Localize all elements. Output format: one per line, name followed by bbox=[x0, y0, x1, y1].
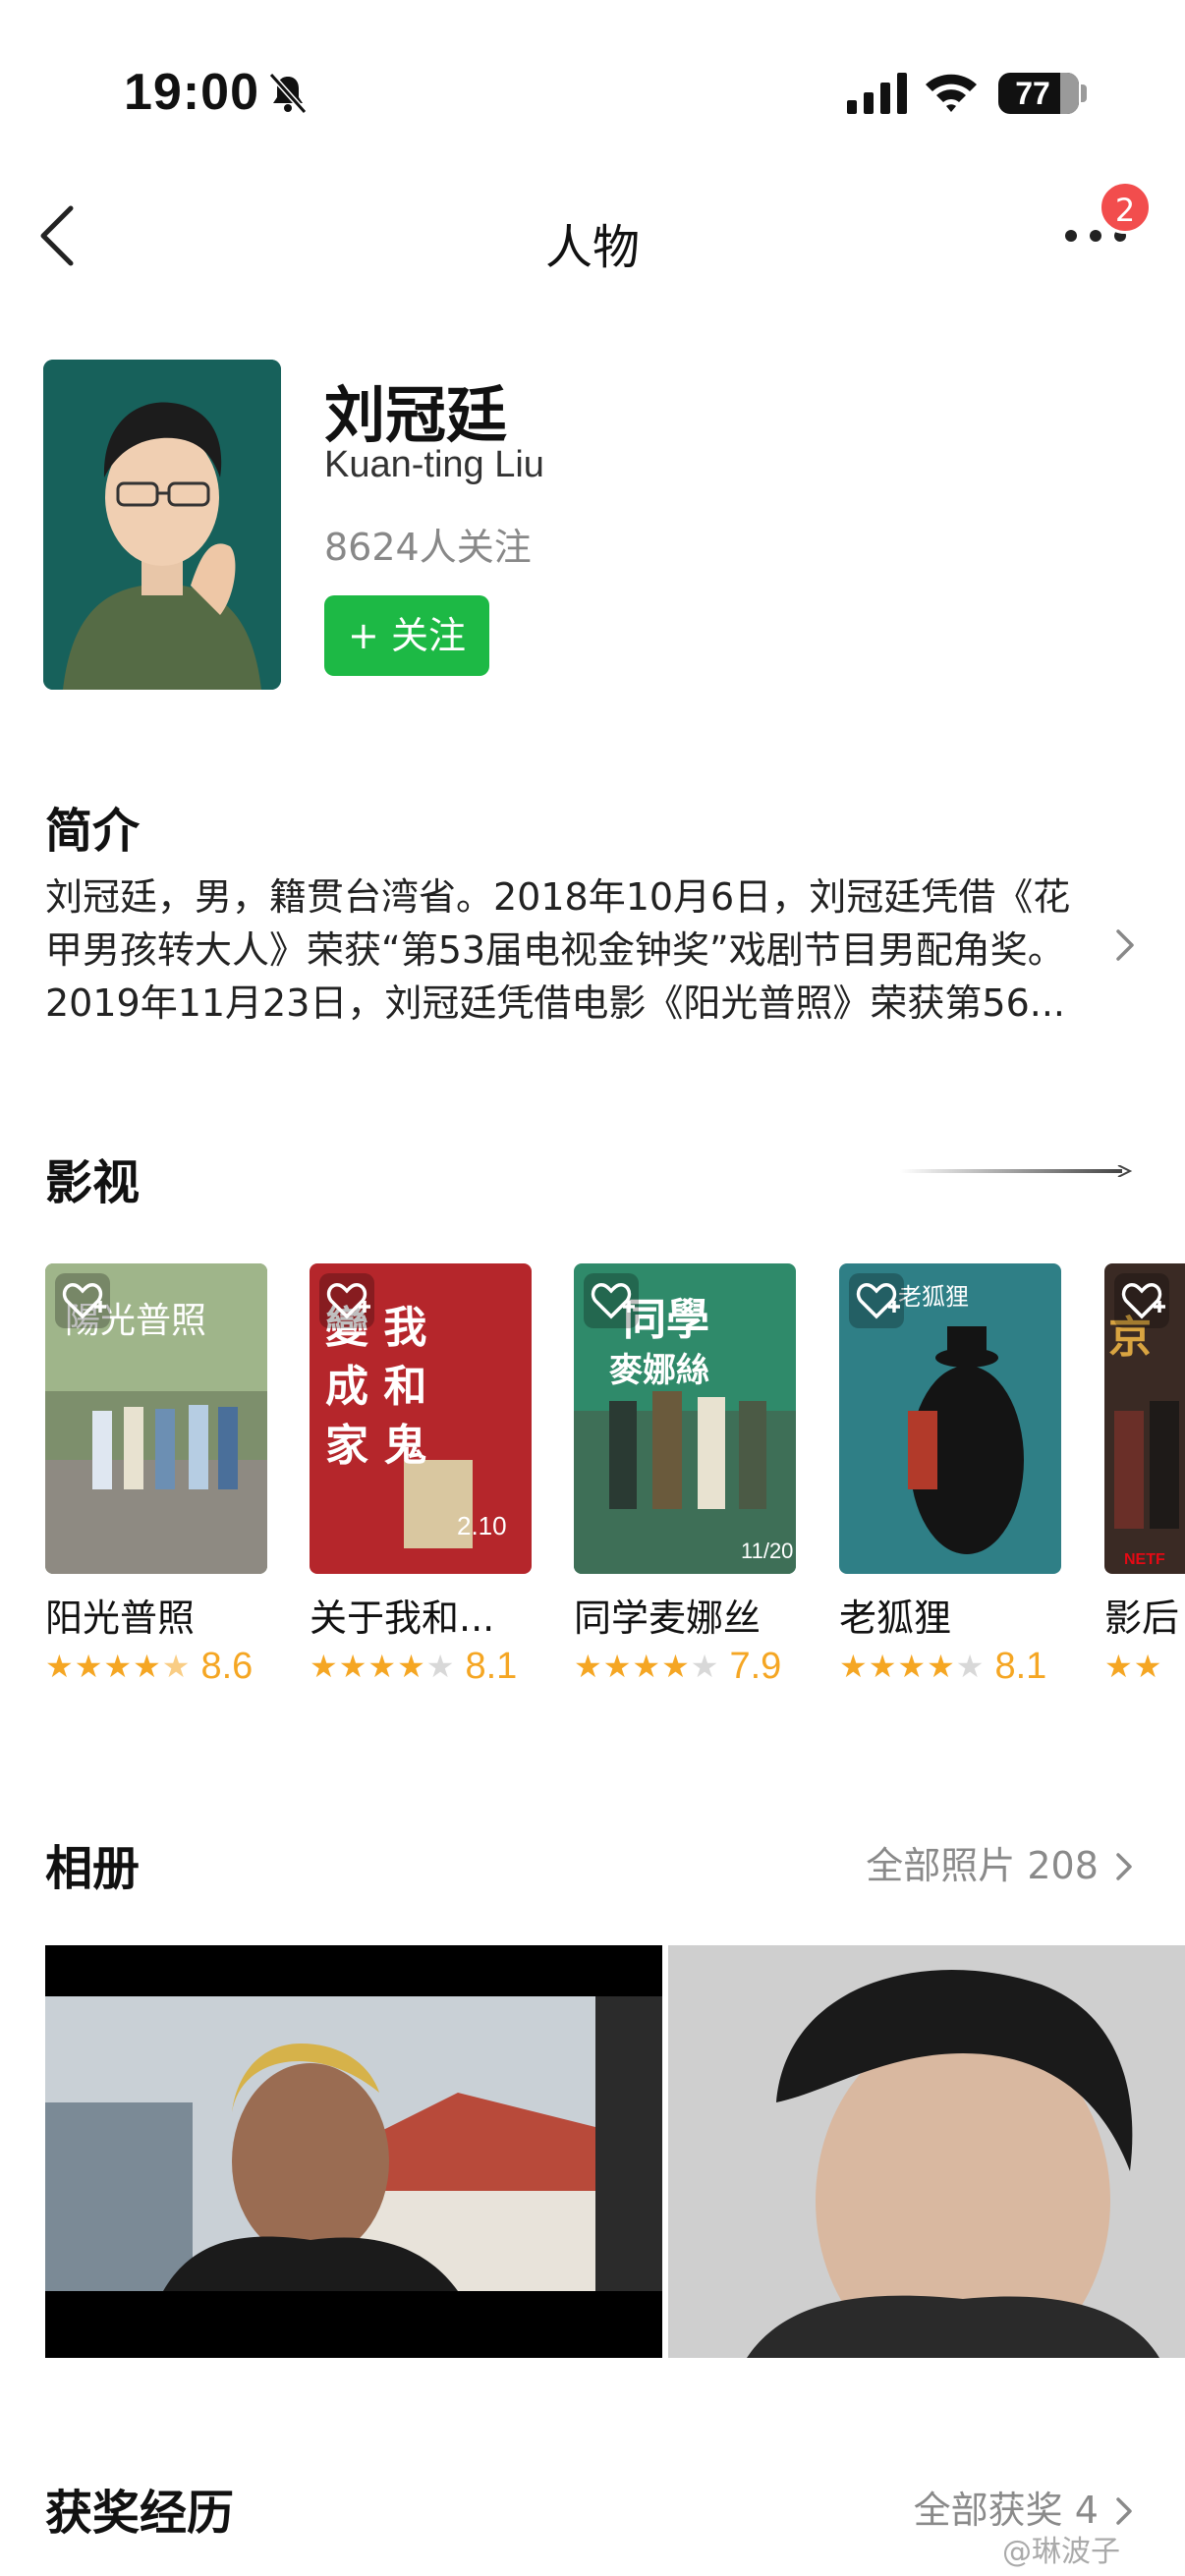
movie-rating: ★★★★★ 8.1 bbox=[839, 1645, 1046, 1688]
movie-title[interactable]: 关于我和... bbox=[310, 1588, 494, 1642]
movie-poster[interactable]: 同學 麥娜絲 11/20 bbox=[574, 1263, 796, 1574]
wifi-icon bbox=[926, 74, 977, 112]
battery-icon: 77 bbox=[998, 73, 1079, 114]
movie-rating: ★★★★★ 7.9 bbox=[574, 1645, 781, 1688]
person-english-name: Kuan-ting Liu bbox=[324, 444, 544, 485]
bell-off-icon bbox=[268, 72, 308, 115]
svg-text:11/20: 11/20 bbox=[741, 1539, 793, 1563]
star-rating-icon: ★★★★★ bbox=[45, 1648, 191, 1685]
svg-text:麥娜絲: 麥娜絲 bbox=[609, 1351, 709, 1390]
stars-full: ★★★★ bbox=[574, 1648, 691, 1685]
scroll-indicator bbox=[900, 1165, 1133, 1177]
album-photo[interactable] bbox=[668, 1945, 1185, 2358]
add-favorite-icon[interactable] bbox=[849, 1273, 904, 1328]
avatar[interactable] bbox=[43, 360, 281, 690]
movie-title[interactable]: 同学麦娜丝 bbox=[574, 1588, 761, 1642]
star-rating-icon: ★★★★★ bbox=[574, 1648, 719, 1685]
movie-poster[interactable]: 老狐狸 bbox=[839, 1263, 1061, 1574]
all-photos-link[interactable]: 全部照片 208 bbox=[866, 1835, 1134, 1889]
stars-empty: ★ bbox=[690, 1648, 720, 1685]
star-rating-icon: ★★★★★ bbox=[839, 1648, 985, 1685]
all-awards-label: 全部获奖 4 bbox=[913, 2489, 1099, 2532]
portrait-image bbox=[43, 360, 281, 690]
add-favorite-icon[interactable] bbox=[319, 1273, 374, 1328]
stars-full: ★★★★ bbox=[310, 1648, 426, 1685]
battery-cap bbox=[1081, 84, 1087, 102]
awards-section-title: 获奖经历 bbox=[45, 2486, 235, 2541]
star-rating-icon: ★★ bbox=[1104, 1648, 1163, 1685]
album-section-title: 相册 bbox=[45, 1841, 141, 1896]
star-half: ★ bbox=[161, 1648, 192, 1685]
movie-score: 8.1 bbox=[994, 1645, 1047, 1687]
chevron-right-icon bbox=[1116, 2497, 1132, 2525]
person-name: 刘冠廷 bbox=[324, 379, 508, 451]
status-time: 19:00 bbox=[124, 64, 259, 121]
notification-badge: 2 bbox=[1099, 181, 1152, 234]
all-awards-link[interactable]: 全部获奖 4 bbox=[914, 2480, 1134, 2534]
battery-percent: 77 bbox=[1015, 76, 1050, 111]
movie-rating: ★★★★★ 8.1 bbox=[310, 1645, 517, 1688]
movie-score: 7.9 bbox=[729, 1645, 782, 1687]
movie-poster[interactable]: 京 NETF bbox=[1104, 1263, 1185, 1574]
stars-full: ★★★★ bbox=[839, 1648, 956, 1685]
all-photos-label: 全部照片 208 bbox=[866, 1844, 1099, 1887]
stars-full: ★★★★ bbox=[45, 1648, 162, 1685]
movie-poster[interactable]: 變 我 成 和 家 鬼 2.10 bbox=[310, 1263, 532, 1574]
movie-title[interactable]: 阳光普照 bbox=[45, 1588, 195, 1642]
svg-text:家 鬼: 家 鬼 bbox=[325, 1421, 426, 1471]
album-photo[interactable] bbox=[45, 1945, 662, 2358]
svg-text:成 和: 成 和 bbox=[325, 1362, 426, 1412]
add-favorite-icon[interactable] bbox=[55, 1273, 110, 1328]
movie-title[interactable]: 影后 bbox=[1104, 1588, 1185, 1642]
svg-text:NETF: NETF bbox=[1124, 1551, 1165, 1568]
svg-text:2.10: 2.10 bbox=[457, 1511, 507, 1540]
movie-score: 8.6 bbox=[200, 1645, 254, 1687]
star-rating-icon: ★★★★★ bbox=[310, 1648, 455, 1685]
follower-count: 8624人关注 bbox=[324, 526, 532, 569]
chevron-right-icon[interactable] bbox=[1114, 927, 1136, 963]
svg-text:老狐狸: 老狐狸 bbox=[898, 1283, 969, 1311]
movie-rating: ★★ bbox=[1104, 1645, 1185, 1688]
movie-poster[interactable]: 陽光普照 bbox=[45, 1263, 267, 1574]
movie-title[interactable]: 老狐狸 bbox=[839, 1588, 951, 1642]
stars-empty: ★ bbox=[425, 1648, 456, 1685]
intro-text[interactable]: 刘冠廷，男，籍贯台湾省。2018年10月6日，刘冠廷凭借《花甲男孩转大人》荣获“… bbox=[45, 870, 1087, 1030]
add-favorite-icon[interactable] bbox=[584, 1273, 639, 1328]
movie-score: 8.1 bbox=[465, 1645, 518, 1687]
films-section-title: 影视 bbox=[45, 1155, 141, 1210]
add-favorite-icon[interactable] bbox=[1114, 1273, 1169, 1328]
follow-button[interactable]: + 关注 bbox=[324, 595, 489, 676]
stars-empty: ★ bbox=[955, 1648, 986, 1685]
movie-rating: ★★★★★ 8.6 bbox=[45, 1645, 253, 1688]
chevron-right-icon bbox=[1116, 1853, 1132, 1880]
watermark: @琳波子 bbox=[1002, 2535, 1120, 2569]
intro-section-title: 简介 bbox=[45, 804, 141, 859]
cellular-signal-icon bbox=[847, 73, 907, 114]
page-title: 人物 bbox=[544, 220, 640, 275]
